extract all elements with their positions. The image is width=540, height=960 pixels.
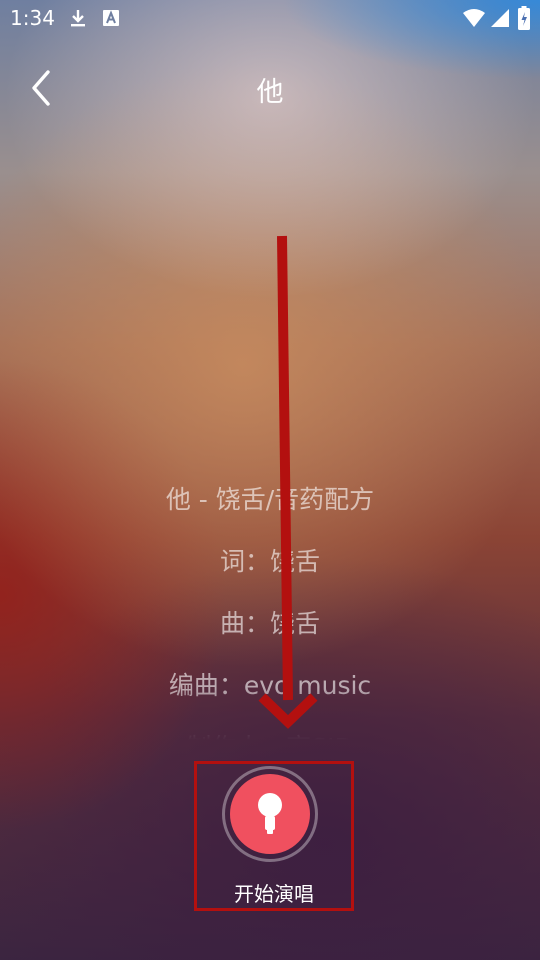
start-singing-button[interactable]	[222, 766, 318, 862]
download-icon	[71, 10, 85, 27]
lyric-line: 他 - 饶舌/音药配方	[165, 485, 375, 514]
battery-icon	[518, 6, 530, 30]
lyrics-panel: 他 - 饶舌/音药配方 词：饶舌 曲：饶舌 编曲：evo music 制作人：高…	[0, 478, 540, 740]
lyric-line: 曲：饶舌	[219, 609, 320, 638]
page-title: 他	[256, 77, 284, 108]
signal-icon	[491, 9, 509, 27]
text-a-icon	[103, 10, 119, 26]
start-singing-label: 开始演唱	[234, 882, 314, 906]
status-time: 1:34	[10, 6, 55, 30]
microphone-icon	[258, 793, 282, 834]
start-singing-button-core	[230, 774, 310, 854]
lyric-line: 词：饶舌	[219, 547, 320, 576]
lyric-line: 制作人：高SID	[0, 726, 540, 740]
lyric-line: 编曲：evo music	[168, 671, 372, 700]
wifi-icon	[463, 9, 485, 27]
header: 他	[0, 56, 540, 120]
status-bar: 1:34	[0, 0, 540, 36]
